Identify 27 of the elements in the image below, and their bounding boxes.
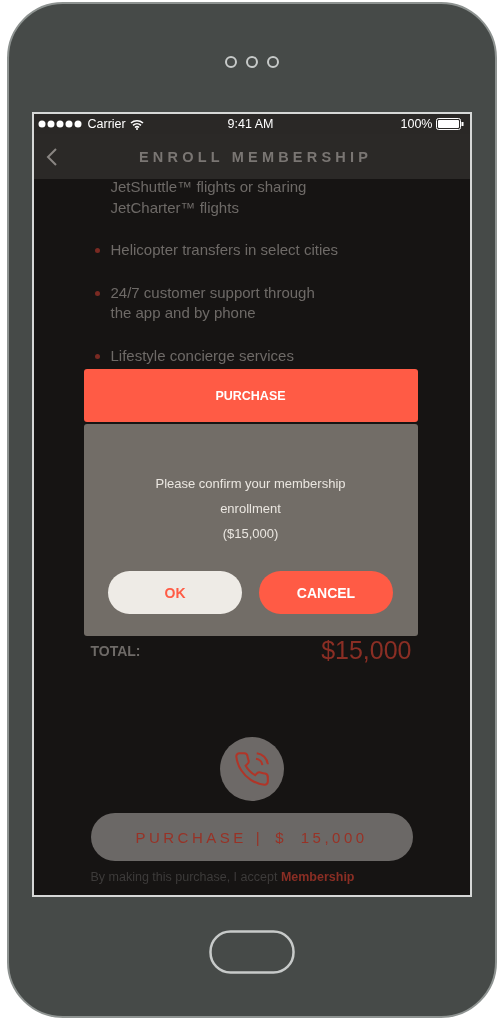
battery-icon xyxy=(435,118,464,130)
total-amount: $15,000 xyxy=(321,636,412,665)
dialog-message: Please confirm your membership enrollment xyxy=(154,475,347,518)
back-icon[interactable] xyxy=(45,148,58,166)
screen-title: ENROLL MEMBERSHIP xyxy=(137,148,373,165)
dialog-amount: ($15,000) xyxy=(222,525,279,543)
dialog-header: PURCHASE xyxy=(83,369,418,422)
benefit-text: JetShuttle™ flights or sharing JetCharter™ flights xyxy=(110,177,307,218)
battery-percent: 100% xyxy=(400,117,433,131)
benefit-text: Helicopter transfers in select cities xyxy=(110,240,339,260)
bullet-icon xyxy=(94,248,100,253)
ok-button[interactable]: OK xyxy=(108,571,242,614)
wifi-icon xyxy=(129,118,144,130)
benefit-text: Lifestyle concierge services xyxy=(110,345,294,366)
benefit-text: 24/7 customer support through the app and by phone xyxy=(110,282,315,323)
signal-dots-icon xyxy=(37,120,84,128)
home-button[interactable] xyxy=(208,930,295,974)
purchase-button[interactable]: PURCHASE | $ 15,000 xyxy=(90,813,413,861)
bullet-icon xyxy=(94,353,100,359)
carrier-label: Carrier xyxy=(87,117,126,131)
membership-link[interactable]: Membership xyxy=(280,870,355,884)
cancel-button[interactable]: CANCEL xyxy=(259,571,393,614)
speaker-dots-icon xyxy=(222,54,281,70)
phone-call-icon xyxy=(232,750,271,788)
total-label: TOTAL: xyxy=(90,642,141,659)
bullet-icon xyxy=(94,290,100,296)
status-time: 9:41 AM xyxy=(227,117,274,131)
